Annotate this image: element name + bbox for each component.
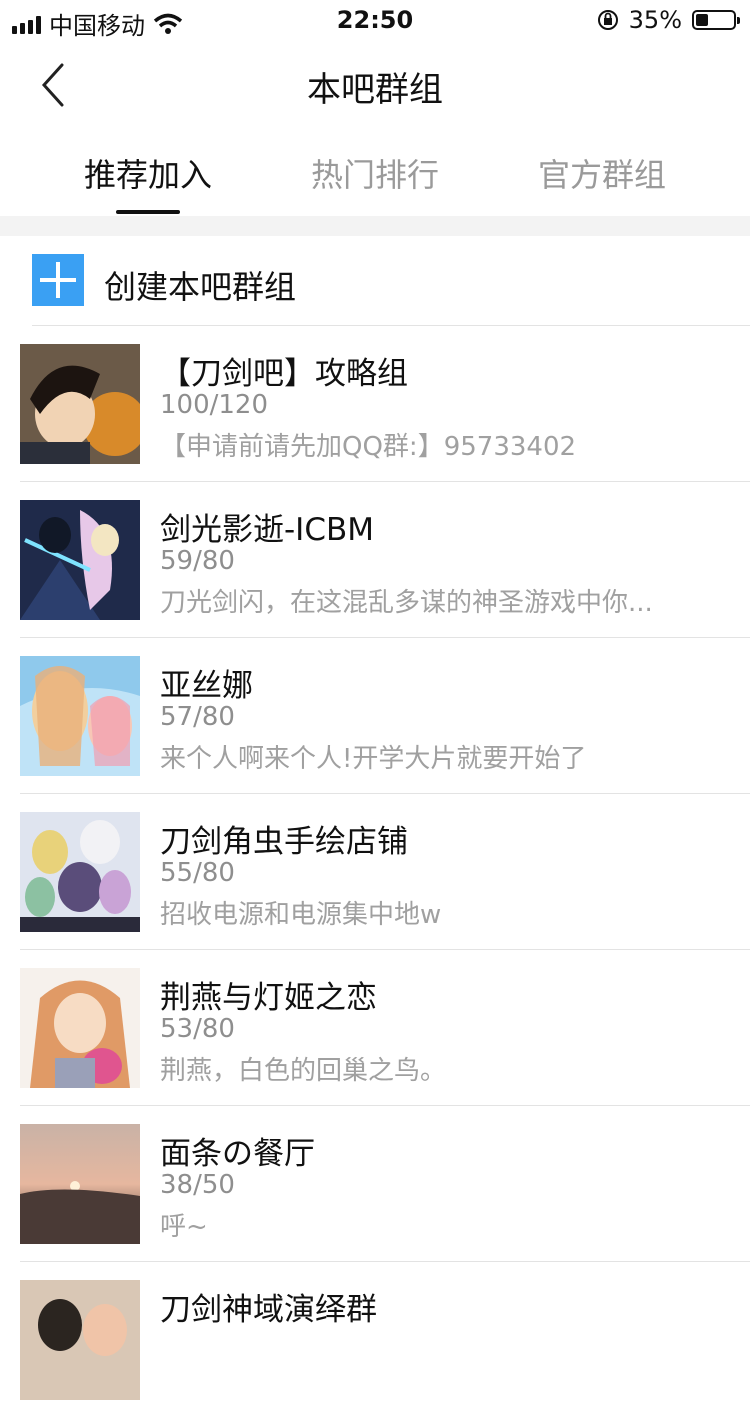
plus-icon [32, 254, 84, 306]
member-count: 100/120 [160, 390, 269, 420]
group-item[interactable]: 刀剑神域演绎群 [0, 1262, 750, 1418]
section-separator [0, 216, 750, 236]
orientation-lock-icon [597, 10, 618, 30]
create-group-label: 创建本吧群组 [104, 268, 297, 306]
group-item[interactable]: 面条の餐厅 38/50 呼~ [0, 1106, 750, 1262]
group-title: 刀剑神域演绎群 [160, 1292, 377, 1328]
group-description: 呼~ [160, 1212, 208, 1242]
group-title: 荆燕与灯姬之恋 [160, 980, 377, 1016]
group-title: 亚丝娜 [160, 668, 253, 704]
group-avatar [20, 812, 140, 932]
group-item[interactable]: 刀剑角虫手绘店铺 55/80 招收电源和电源集中地w [0, 794, 750, 950]
navigation-bar: 本吧群组 [0, 40, 750, 130]
group-title: 【刀剑吧】攻略组 [160, 356, 408, 392]
group-avatar [20, 968, 140, 1088]
create-group-button[interactable]: 创建本吧群组 [0, 236, 750, 326]
group-item[interactable]: 【刀剑吧】攻略组 100/120 【申请前请先加QQ群:】95733402 [0, 326, 750, 482]
battery-percent: 35% [628, 6, 682, 34]
group-item[interactable]: 荆燕与灯姬之恋 53/80 荆燕，白色的回巢之鸟。 [0, 950, 750, 1106]
group-description: 来个人啊来个人!开学大片就要开始了 [160, 744, 587, 774]
group-title: 剑光影逝-ICBM [160, 512, 374, 548]
member-count: 53/80 [160, 1014, 235, 1044]
member-count: 59/80 [160, 546, 235, 576]
page-title: 本吧群组 [307, 70, 443, 110]
group-item[interactable]: 剑光影逝-ICBM 59/80 刀光剑闪，在这混乱多谋的神圣游戏中你... [0, 482, 750, 638]
group-avatar [20, 656, 140, 776]
member-count: 55/80 [160, 858, 235, 888]
group-description: 【申请前请先加QQ群:】95733402 [160, 432, 577, 462]
battery-icon [692, 10, 740, 30]
member-count: 57/80 [160, 702, 235, 732]
group-list: 【刀剑吧】攻略组 100/120 【申请前请先加QQ群:】95733402 剑光… [0, 326, 750, 1418]
group-avatar [20, 1124, 140, 1244]
tab-recommended[interactable]: 推荐加入 [28, 150, 268, 196]
status-bar: 中国移动 22:50 35% [0, 0, 750, 40]
group-avatar [20, 1280, 140, 1400]
tab-bar: 推荐加入 热门排行 官方群组 [0, 130, 750, 216]
group-item[interactable]: 亚丝娜 57/80 来个人啊来个人!开学大片就要开始了 [0, 638, 750, 794]
tab-indicator [116, 210, 180, 214]
tab-hot-ranking[interactable]: 热门排行 [255, 150, 495, 196]
tab-official-groups[interactable]: 官方群组 [482, 150, 722, 196]
group-avatar [20, 344, 140, 464]
group-description: 刀光剑闪，在这混乱多谋的神圣游戏中你... [160, 588, 653, 618]
member-count: 38/50 [160, 1170, 235, 1200]
group-title: 刀剑角虫手绘店铺 [160, 824, 408, 860]
group-description: 招收电源和电源集中地w [160, 900, 442, 930]
group-description: 荆燕，白色的回巢之鸟。 [160, 1056, 447, 1086]
group-title: 面条の餐厅 [160, 1136, 315, 1172]
group-avatar [20, 500, 140, 620]
